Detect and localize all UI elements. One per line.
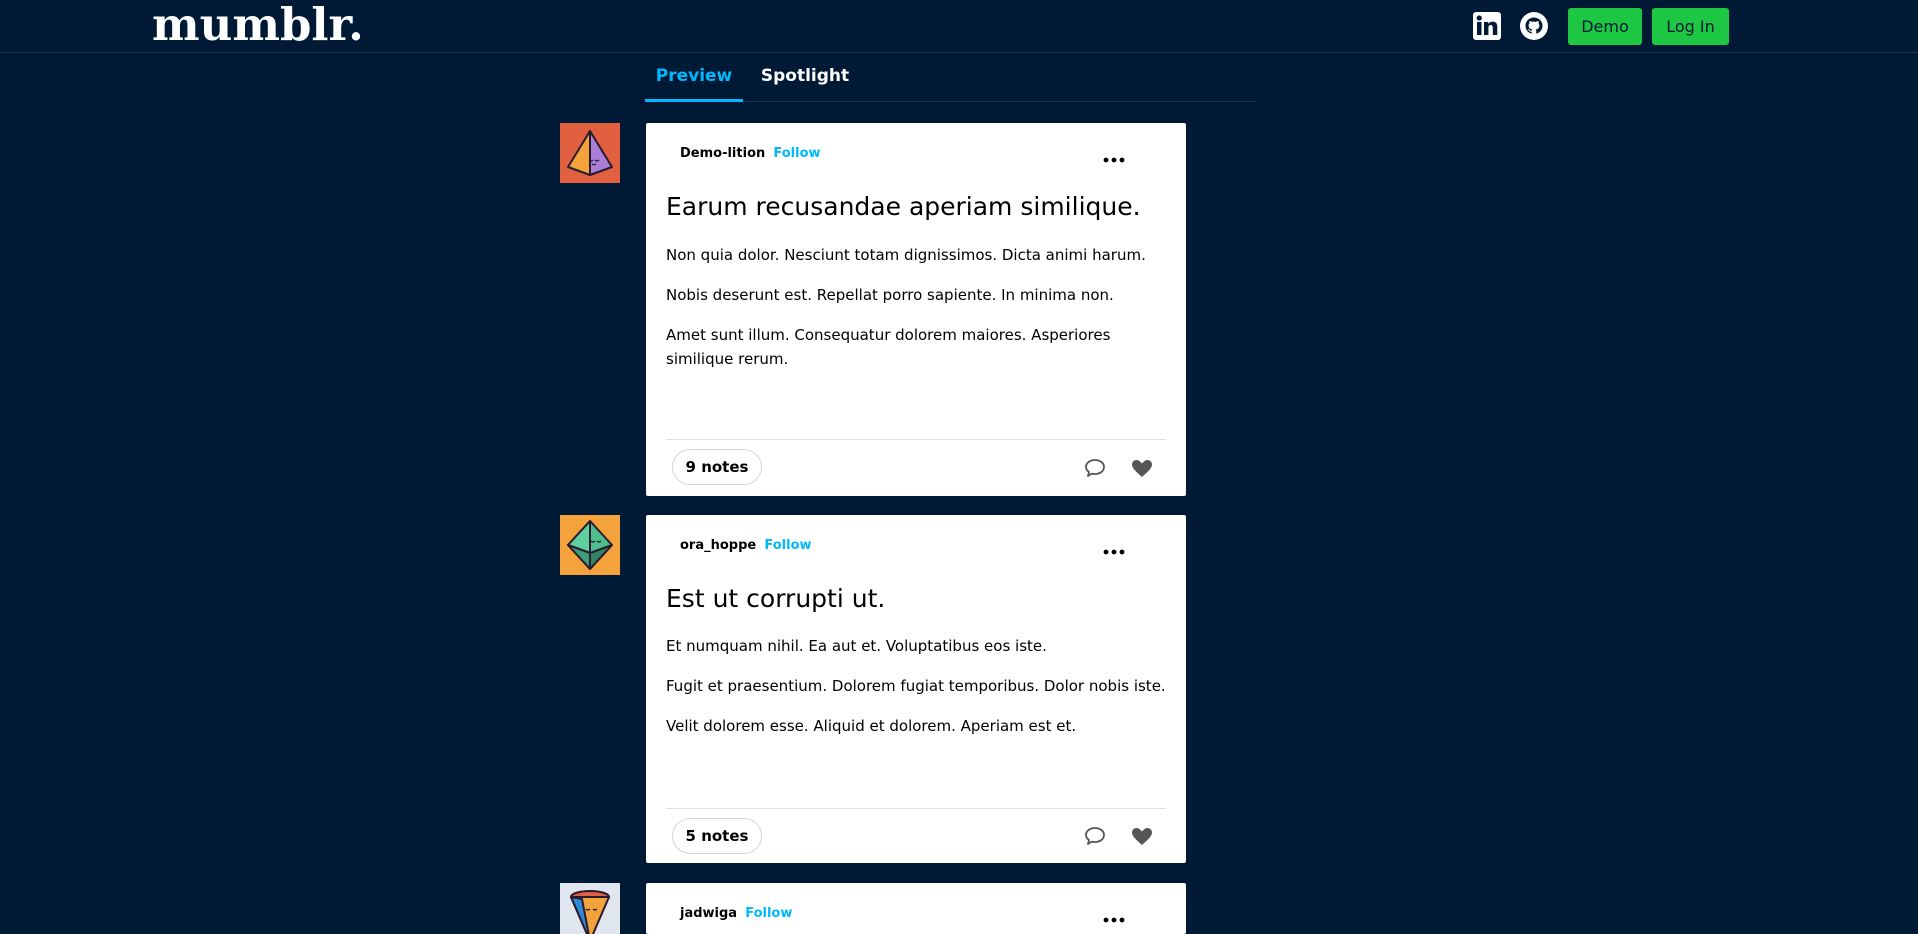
pyramid-avatar-icon — [560, 123, 620, 183]
post-paragraph: Non quia dolor. Nesciunt totam dignissim… — [666, 246, 1146, 264]
post-paragraph: Et numquam nihil. Ea aut et. Voluptatibu… — [666, 637, 1047, 655]
avatar[interactable] — [560, 515, 620, 575]
cone-avatar-icon — [560, 883, 620, 934]
post-card: ora_hoppe Follow Est ut corrupti ut. Et … — [646, 515, 1186, 863]
follow-button[interactable]: Follow — [764, 538, 811, 553]
post-card: Demo-lition Follow Earum recusandae aper… — [646, 123, 1186, 496]
feed-tabs: Preview Spotlight — [645, 53, 1256, 102]
post-author[interactable]: Demo-lition — [680, 146, 765, 161]
post-card: jadwiga Follow — [646, 883, 1186, 934]
post-body: Non quia dolor. Nesciunt totam dignissim… — [666, 243, 1171, 387]
comment-icon[interactable] — [1083, 456, 1107, 480]
post-title: Earum recusandae aperiam similique. — [666, 192, 1141, 221]
post-paragraph: Fugit et praesentium. Dolorem fugiat tem… — [666, 677, 1166, 695]
github-icon[interactable] — [1519, 11, 1549, 41]
post-paragraph: Amet sunt illum. Consequatur dolorem mai… — [666, 326, 1111, 368]
post-header: Demo-lition Follow — [680, 145, 821, 163]
post-author[interactable]: jadwiga — [680, 906, 737, 921]
post-header: ora_hoppe Follow — [680, 537, 812, 555]
more-options-icon[interactable] — [1102, 911, 1126, 929]
octahedron-avatar-icon — [560, 515, 620, 575]
app-logo[interactable]: mumblr. — [152, 0, 364, 50]
post-paragraph: Nobis deserunt est. Repellat porro sapie… — [666, 286, 1114, 304]
login-button[interactable]: Log In — [1652, 8, 1729, 45]
notes-button[interactable]: 9 notes — [672, 449, 762, 485]
post-title: Est ut corrupti ut. — [666, 584, 886, 613]
avatar[interactable] — [560, 883, 620, 934]
post-divider — [666, 439, 1166, 440]
more-options-icon[interactable] — [1102, 543, 1126, 561]
post-divider — [666, 808, 1166, 809]
notes-button[interactable]: 5 notes — [672, 818, 762, 854]
post-body: Et numquam nihil. Ea aut et. Voluptatibu… — [666, 634, 1171, 754]
linkedin-icon[interactable] — [1472, 11, 1502, 41]
tab-spotlight[interactable]: Spotlight — [755, 53, 855, 102]
top-navigation-bar: mumblr. Demo Log In — [0, 0, 1918, 53]
post-author[interactable]: ora_hoppe — [680, 538, 756, 553]
follow-button[interactable]: Follow — [773, 146, 820, 161]
comment-icon[interactable] — [1083, 824, 1107, 848]
demo-button[interactable]: Demo — [1568, 8, 1642, 45]
like-heart-icon[interactable] — [1130, 456, 1154, 480]
post-paragraph: Velit dolorem esse. Aliquid et dolorem. … — [666, 717, 1077, 735]
like-heart-icon[interactable] — [1130, 824, 1154, 848]
tab-preview[interactable]: Preview — [645, 53, 743, 102]
more-options-icon[interactable] — [1102, 151, 1126, 169]
avatar[interactable] — [560, 123, 620, 183]
follow-button[interactable]: Follow — [745, 906, 792, 921]
post-header: jadwiga Follow — [680, 905, 792, 923]
